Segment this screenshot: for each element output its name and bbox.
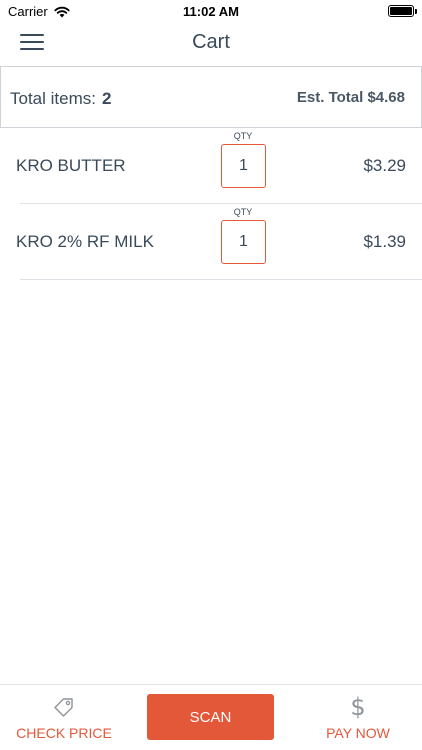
nav-bar: Cart <box>0 22 422 64</box>
total-items-label: Total items: <box>10 89 96 108</box>
qty-label: QTY <box>233 207 253 217</box>
quantity-field[interactable]: 1 <box>221 144 266 188</box>
status-bar: Carrier 11:02 AM <box>0 0 422 22</box>
scan-button[interactable]: SCAN <box>147 694 274 740</box>
row-divider <box>20 279 422 280</box>
item-name: KRO BUTTER <box>16 156 126 175</box>
quantity-field[interactable]: 1 <box>221 220 266 264</box>
estimated-total: Est. Total $4.68 <box>296 89 405 106</box>
total-items: Total items: 2 <box>10 89 111 109</box>
total-items-count: 2 <box>101 89 112 108</box>
item-price: $1.39 <box>363 232 406 251</box>
cart-summary: Total items: 2 Est. Total $4.68 <box>0 66 422 128</box>
pay-now-tab[interactable]: $ PAY NOW <box>294 685 422 750</box>
battery-icon <box>388 5 417 17</box>
bottom-action-bar: CHECK PRICE SCAN $ PAY NOW <box>0 684 422 750</box>
item-name: KRO 2% RF MILK <box>16 232 154 251</box>
status-time: 11:02 AM <box>183 4 239 19</box>
cart-item-row[interactable]: KRO 2% RF MILK QTY 1 $1.39 <box>0 204 422 280</box>
check-price-label: CHECK PRICE <box>16 725 112 741</box>
cart-item-row[interactable]: KRO BUTTER QTY 1 $3.29 <box>0 128 422 204</box>
pay-now-label: PAY NOW <box>326 725 390 741</box>
check-price-tab[interactable]: CHECK PRICE <box>0 685 128 750</box>
dollar-glyph: $ <box>350 693 366 721</box>
price-tag-icon <box>0 695 128 719</box>
item-price: $3.29 <box>363 156 406 175</box>
dollar-icon: $ <box>294 695 422 719</box>
qty-label: QTY <box>233 131 253 141</box>
page-title: Cart <box>192 31 230 53</box>
